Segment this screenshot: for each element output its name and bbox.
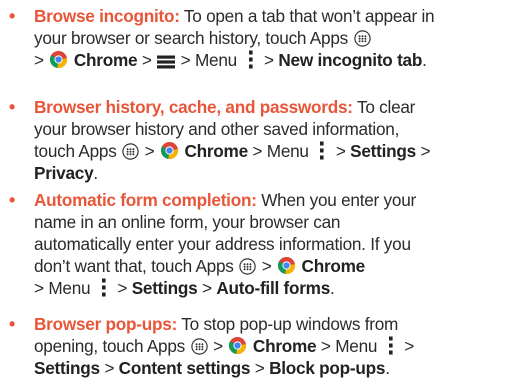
step-menu: Menu xyxy=(335,336,378,356)
step-chrome: Chrome xyxy=(73,50,138,70)
apps-icon xyxy=(239,258,256,275)
tip-browse-incognito: • Browse incognito: To open a tab that w… xyxy=(0,5,513,71)
tip-text: opening, touch Apps xyxy=(34,336,190,356)
apps-icon xyxy=(190,338,208,355)
help-page: • Browse incognito: To open a tab that w… xyxy=(0,0,513,387)
step-settings: Settings xyxy=(350,141,416,161)
tip-text: To open a tab that won’t appear in xyxy=(179,6,435,26)
separator: > xyxy=(261,256,277,276)
period: . xyxy=(93,163,98,183)
period: . xyxy=(422,50,427,70)
separator: > xyxy=(117,278,132,298)
separator: > xyxy=(316,336,336,356)
tip-text: your browser history and other saved inf… xyxy=(34,119,400,139)
separator: > xyxy=(264,50,279,70)
separator: > xyxy=(180,50,195,70)
bullet: • xyxy=(9,314,16,334)
step-chrome: Chrome xyxy=(184,141,248,161)
overflow-menu-icon xyxy=(101,278,107,297)
tip-title: Browser history, cache, and passwords: xyxy=(34,97,353,117)
separator: > xyxy=(213,336,228,356)
tip-text: name in an online form, your browser can xyxy=(34,212,341,232)
step-new-incognito-tab: New incognito tab xyxy=(278,50,423,70)
tip-title: Browser pop-ups: xyxy=(34,314,178,334)
step-content-settings: Content settings xyxy=(118,358,251,378)
chrome-icon xyxy=(160,141,179,160)
step-privacy: Privacy xyxy=(34,163,94,183)
overflow-menu-icon xyxy=(248,50,254,69)
separator: > xyxy=(99,358,119,378)
chrome-icon xyxy=(49,50,68,69)
apps-icon xyxy=(353,30,371,47)
separator: > xyxy=(34,278,49,298)
separator: > xyxy=(335,141,351,161)
step-settings: Settings xyxy=(34,358,100,378)
tip-text: When you enter your xyxy=(256,190,416,210)
chrome-icon xyxy=(228,336,247,355)
tip-browser-history: • Browser history, cache, and passwords:… xyxy=(0,96,513,184)
separator: > xyxy=(404,336,415,356)
bullet: • xyxy=(9,190,16,210)
menu-lines-icon xyxy=(157,55,176,69)
step-settings: Settings xyxy=(131,278,198,298)
tip-text: To clear xyxy=(352,97,416,117)
tip-browser-pop-ups: • Browser pop-ups: To stop pop-up window… xyxy=(0,313,513,379)
separator: > xyxy=(137,50,157,70)
tip-automatic-form-completion: • Automatic form completion: When you en… xyxy=(0,189,513,299)
separator: > xyxy=(144,141,159,161)
tip-title: Automatic form completion: xyxy=(34,190,257,210)
apps-icon xyxy=(122,143,139,160)
separator: > xyxy=(197,278,217,298)
bullet: • xyxy=(9,6,16,26)
separator: > xyxy=(250,358,270,378)
bullet: • xyxy=(9,97,16,117)
step-menu: Menu xyxy=(48,278,91,298)
separator: > xyxy=(247,141,267,161)
separator: > xyxy=(34,50,49,70)
period: . xyxy=(330,278,335,298)
separator: > xyxy=(415,141,431,161)
chrome-icon xyxy=(277,256,296,275)
tip-text: your browser or search history, touch Ap… xyxy=(34,28,353,48)
step-chrome: Chrome xyxy=(252,336,317,356)
tip-title: Browse incognito: xyxy=(34,6,180,26)
step-menu: Menu xyxy=(266,141,309,161)
overflow-menu-icon xyxy=(388,336,394,355)
overflow-menu-icon xyxy=(319,141,325,160)
tip-text: To stop pop-up windows from xyxy=(177,314,399,334)
step-auto-fill-forms: Auto-fill forms xyxy=(216,278,331,298)
tip-text: automatically enter your address informa… xyxy=(34,234,411,254)
step-block-pop-ups: Block pop-ups xyxy=(269,358,386,378)
step-chrome: Chrome xyxy=(301,256,366,276)
tip-text: don’t want that, touch Apps xyxy=(34,256,239,276)
step-menu: Menu xyxy=(194,50,237,70)
period: . xyxy=(385,358,390,378)
tip-text: touch Apps xyxy=(34,141,122,161)
